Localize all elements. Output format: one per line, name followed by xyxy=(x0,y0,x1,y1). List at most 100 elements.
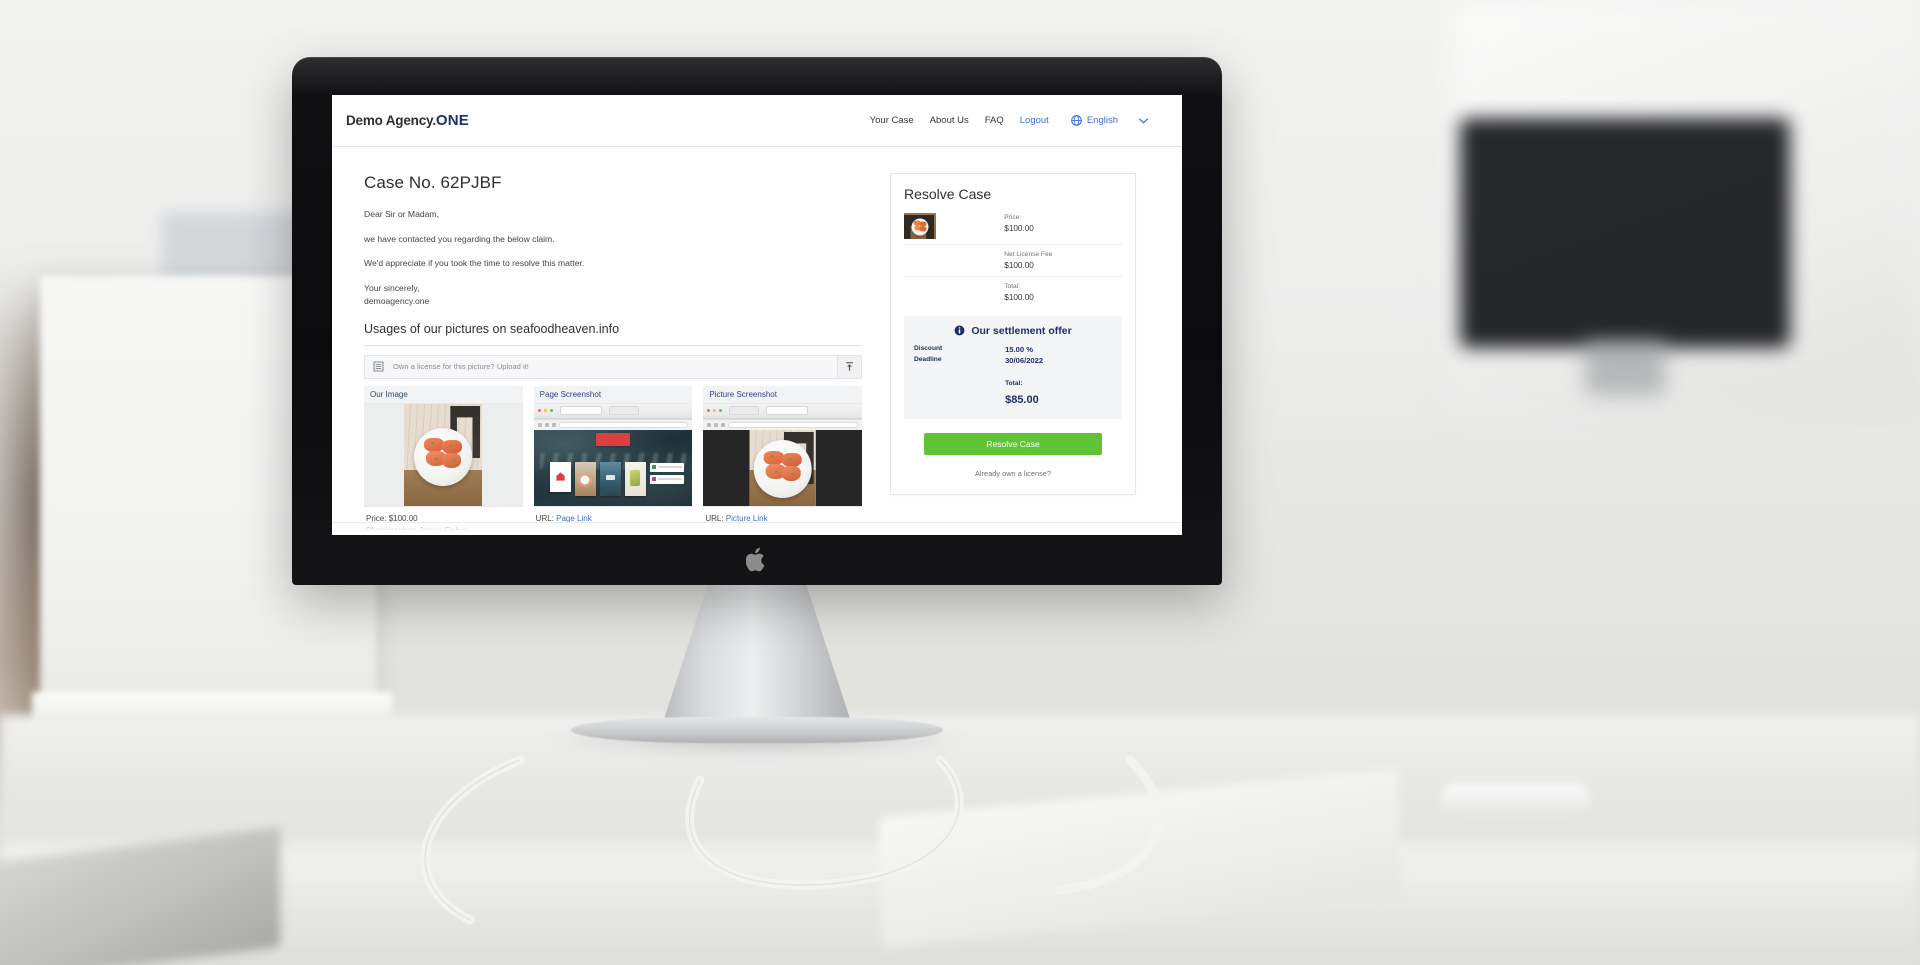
resolve-price-cell: Price: $100.00 xyxy=(1004,213,1122,239)
main-navigation: Your Case About Us FAQ Logout English xyxy=(870,115,1148,126)
site-logo[interactable]: Demo Agency.ONE xyxy=(346,112,469,129)
resolve-row-value: $100.00 xyxy=(1004,260,1034,270)
site-card-logo xyxy=(549,461,571,492)
page-title: Case No. 62PJBF xyxy=(364,173,502,192)
site-card-food xyxy=(574,461,596,496)
deadline-label: Deadline xyxy=(914,355,942,363)
discount-value: 15.00 % xyxy=(1005,344,1033,354)
resolve-case-button[interactable]: Resolve Case xyxy=(923,432,1103,455)
browser-viewport xyxy=(703,429,863,506)
resolve-row-label: Total: xyxy=(1004,283,1021,291)
settlement-deadline-line: Deadline 30/06/2022 xyxy=(914,356,1112,365)
resolve-row-net-license-fee: Net License Fee $100.00 xyxy=(904,244,1122,276)
nav-item-about-us[interactable]: About Us xyxy=(930,115,969,126)
chevron-down-icon[interactable] xyxy=(1139,118,1148,124)
upload-button[interactable] xyxy=(837,355,861,378)
case-main-column: Case No. 62PJBF Dear Sir or Madam, we ha… xyxy=(364,173,863,535)
our-image-preview[interactable] xyxy=(364,403,523,506)
imac-display: Demo Agency.ONE Your Case About Us FAQ L… xyxy=(292,57,1222,772)
letter-paragraph-1: we have contacted you regarding the belo… xyxy=(364,233,555,244)
upload-license-bar[interactable]: Own a license for this picture? Upload i… xyxy=(364,354,862,379)
resolve-fee-cell: Net License Fee $100.00 xyxy=(1004,250,1122,271)
logo-prefix: Demo Agency. xyxy=(346,113,436,128)
settlement-total-line: Total: $85.00 xyxy=(914,372,1112,408)
upload-bar-text: Own a license for this picture? Upload i… xyxy=(393,362,529,372)
resolve-row-label: Net License Fee xyxy=(1004,251,1053,258)
upload-icon xyxy=(846,362,853,372)
imac-bezel: Demo Agency.ONE Your Case About Us FAQ L… xyxy=(292,57,1222,585)
salmon-toast-photo xyxy=(749,429,816,506)
usage-column-our-image: Our Image Price: $100.00 Photographer: J… xyxy=(364,385,523,535)
resolve-row-price: Price: $100.00 xyxy=(904,213,1122,244)
background-monitor-stand xyxy=(1585,340,1665,395)
resolve-row-value: $100.00 xyxy=(1004,293,1034,303)
salmon-toast-thumb xyxy=(904,213,936,239)
browser-urlbar xyxy=(703,418,863,430)
usages-table: Our Image Price: $100.00 Photographer: J… xyxy=(364,385,863,535)
resolve-sidebar: Resolve Case Price: $100.00 Net License … xyxy=(890,173,1136,535)
desk-mouse xyxy=(1440,783,1590,817)
resolve-row-value: $100.00 xyxy=(1004,223,1034,233)
language-selector[interactable]: English xyxy=(1070,115,1148,126)
usage-column-header: Our Image xyxy=(364,385,523,404)
info-icon xyxy=(954,325,965,336)
nav-item-logout[interactable]: Logout xyxy=(1020,115,1049,126)
settlement-total-cell: Total: $85.00 xyxy=(1005,372,1112,408)
imac-stand-neck xyxy=(662,585,852,725)
picture-screenshot-preview[interactable] xyxy=(703,403,863,506)
settlement-offer-header: Our settlement offer xyxy=(914,325,1112,337)
browser-urlbar xyxy=(533,418,693,430)
apple-logo-icon xyxy=(746,547,765,572)
browser-viewport xyxy=(533,429,693,506)
deadline-value: 30/06/2022 xyxy=(1005,355,1044,365)
upload-bar-left: Own a license for this picture? Upload i… xyxy=(365,361,529,372)
nav-item-your-case[interactable]: Your Case xyxy=(870,115,914,126)
usage-column-page-screenshot: Page Screenshot URL: Page Link xyxy=(533,385,693,535)
resolve-total-cell: Total: $100.00 xyxy=(1004,282,1122,303)
globe-icon xyxy=(1070,115,1082,126)
usages-section-title: Usages of our pictures on seafoodheaven.… xyxy=(364,322,862,346)
page-body: Case No. 62PJBF Dear Sir or Madam, we ha… xyxy=(332,147,1182,535)
letter-closing: Your sincerely, xyxy=(364,282,420,293)
desk-scene-photo: Demo Agency.ONE Your Case About Us FAQ L… xyxy=(0,0,1920,965)
resolve-row-total: Total: $100.00 xyxy=(904,276,1122,308)
letter-salutation: Dear Sir or Madam, xyxy=(364,209,439,219)
resolve-spacer-cell xyxy=(904,250,1004,271)
picture-screenshot-browser-mock xyxy=(703,403,863,506)
usage-column-picture-screenshot: Picture Screenshot URL: Picture Link xyxy=(703,385,863,535)
site-card-sea xyxy=(599,461,621,496)
page-screenshot-preview[interactable] xyxy=(533,403,693,506)
resolve-row-label: Price: xyxy=(1004,214,1022,221)
settlement-total-value: $85.00 xyxy=(1005,393,1039,406)
discount-label: Discount xyxy=(914,344,943,352)
case-thumbnail xyxy=(904,213,936,239)
resolve-thumbnail-cell xyxy=(904,213,1004,239)
usage-meta-price: Price: $100.00 Photographer: James Fishe… xyxy=(364,505,523,535)
site-card-dish xyxy=(624,461,646,496)
settlement-discount-line: Discount 15.00 % xyxy=(914,345,1112,354)
salmon-toast-photo xyxy=(404,403,483,506)
imac-screen: Demo Agency.ONE Your Case About Us FAQ L… xyxy=(332,95,1182,535)
resolve-spacer-cell xyxy=(904,282,1004,303)
bezel-gloss xyxy=(292,57,1222,97)
logo-suffix: ONE xyxy=(435,112,469,129)
settlement-offer-title: Our settlement offer xyxy=(971,324,1072,337)
usage-column-header: Page Screenshot xyxy=(533,385,693,404)
resolve-case-card: Resolve Case Price: $100.00 Net License … xyxy=(890,173,1136,495)
nav-item-faq[interactable]: FAQ xyxy=(985,115,1004,126)
web-page: Demo Agency.ONE Your Case About Us FAQ L… xyxy=(332,95,1182,535)
browser-titlebar xyxy=(533,403,693,419)
browser-titlebar xyxy=(703,403,863,419)
letter-paragraph-2: We'd appreciate if you took the time to … xyxy=(364,258,585,269)
already-own-license-link[interactable]: Already own a license? xyxy=(904,469,1122,478)
settlement-total-spacer xyxy=(914,372,1005,408)
background-monitor-right xyxy=(1460,118,1790,348)
photographer-credit: Photographer: James Fisher xyxy=(366,525,467,535)
imac-stand-foot xyxy=(571,717,943,743)
site-header: Demo Agency.ONE Your Case About Us FAQ L… xyxy=(332,95,1182,147)
settlement-offer-box: Our settlement offer Discount 15.00 % De… xyxy=(904,315,1122,419)
site-promo-banner xyxy=(596,433,630,446)
document-list-icon xyxy=(373,362,384,372)
page-screenshot-browser-mock xyxy=(533,403,693,506)
centered-image xyxy=(749,429,816,506)
